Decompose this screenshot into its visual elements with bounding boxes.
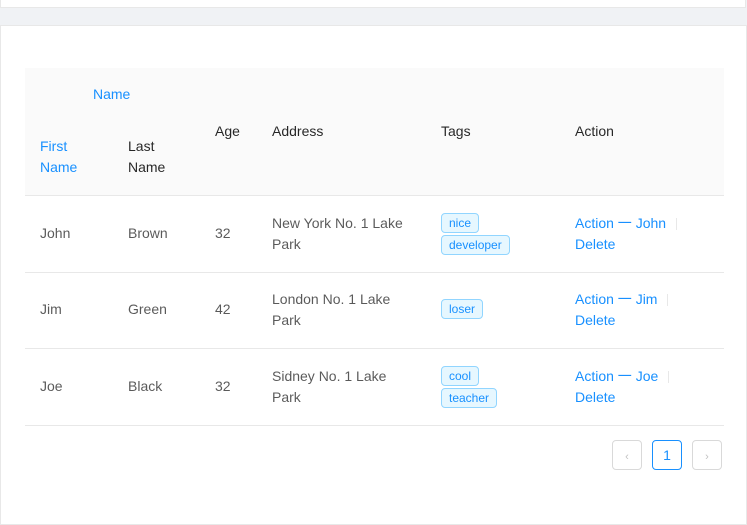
- address-line1: New York No. 1 Lake: [272, 215, 403, 231]
- action-link[interactable]: Action 一 John: [575, 215, 666, 231]
- chevron-left-icon: ‹: [625, 451, 629, 463]
- tag: cool: [441, 366, 480, 386]
- action-divider: [676, 218, 678, 231]
- cell-last-name: Black: [128, 378, 163, 394]
- cell-age: 32: [215, 378, 231, 394]
- chevron-right-icon: ›: [705, 451, 709, 463]
- cell-tags: cool teacher: [441, 366, 541, 410]
- table-row: Joe Black 32 Sidney No. 1 Lake Park cool…: [25, 349, 724, 426]
- cell-first-name: John: [40, 225, 71, 241]
- delete-link[interactable]: Delete: [575, 312, 615, 328]
- cell-tags: loser: [441, 299, 541, 321]
- cell-action: Action 一 Joe Delete: [575, 366, 679, 408]
- tag: loser: [441, 299, 484, 319]
- delete-link[interactable]: Delete: [575, 389, 615, 405]
- prev-page-button[interactable]: ‹: [612, 440, 642, 470]
- column-first-name[interactable]: First Name: [40, 136, 77, 178]
- address-line1: London No. 1 Lake: [272, 291, 391, 307]
- cell-address: Sidney No. 1 Lake Park: [272, 366, 386, 408]
- column-last-name: Last Name: [128, 136, 165, 178]
- address-line1: Sidney No. 1 Lake: [272, 368, 387, 384]
- tag: developer: [441, 235, 510, 255]
- cell-last-name: Brown: [128, 225, 168, 241]
- cell-first-name: Joe: [40, 378, 63, 394]
- action-link[interactable]: Action 一 Joe: [575, 368, 658, 384]
- delete-link[interactable]: Delete: [575, 236, 615, 252]
- column-last-name-line2: Name: [128, 159, 166, 175]
- table-row: John Brown 32 New York No. 1 Lake Park n…: [25, 196, 724, 273]
- column-first-name-line1: First: [40, 138, 68, 154]
- action-link[interactable]: Action 一 Jim: [575, 291, 657, 307]
- top-card: [0, 0, 746, 8]
- tag: teacher: [441, 388, 498, 408]
- data-table: Name First Name Last Name Age Address Ta…: [25, 68, 724, 426]
- action-divider: [668, 371, 670, 384]
- cell-first-name: Jim: [40, 301, 62, 317]
- table-header: Name First Name Last Name Age Address Ta…: [25, 68, 724, 196]
- action-divider: [667, 294, 669, 307]
- cell-age: 32: [215, 225, 231, 241]
- pagination: ‹ 1 ›: [0, 440, 747, 472]
- next-page-button[interactable]: ›: [692, 440, 722, 470]
- cell-address: New York No. 1 Lake Park: [272, 213, 403, 255]
- column-action: Action: [575, 123, 614, 139]
- column-address: Address: [272, 123, 324, 139]
- cell-address: London No. 1 Lake Park: [272, 289, 390, 331]
- page-item-1[interactable]: 1: [652, 440, 682, 470]
- cell-age: 42: [215, 301, 231, 317]
- cell-action: Action 一 John Delete: [575, 213, 687, 255]
- column-tags: Tags: [441, 123, 471, 139]
- column-group-name[interactable]: Name: [93, 84, 130, 105]
- table-row: Jim Green 42 London No. 1 Lake Park lose…: [25, 273, 724, 349]
- cell-action: Action 一 Jim Delete: [575, 289, 678, 331]
- column-last-name-line1: Last: [128, 138, 155, 154]
- address-line2: Park: [272, 389, 301, 405]
- address-line2: Park: [272, 312, 301, 328]
- cell-tags: nice developer: [441, 213, 541, 257]
- address-line2: Park: [272, 236, 301, 252]
- column-first-name-line2: Name: [40, 159, 78, 175]
- column-age: Age: [215, 123, 240, 139]
- tag: nice: [441, 213, 480, 233]
- cell-last-name: Green: [128, 301, 167, 317]
